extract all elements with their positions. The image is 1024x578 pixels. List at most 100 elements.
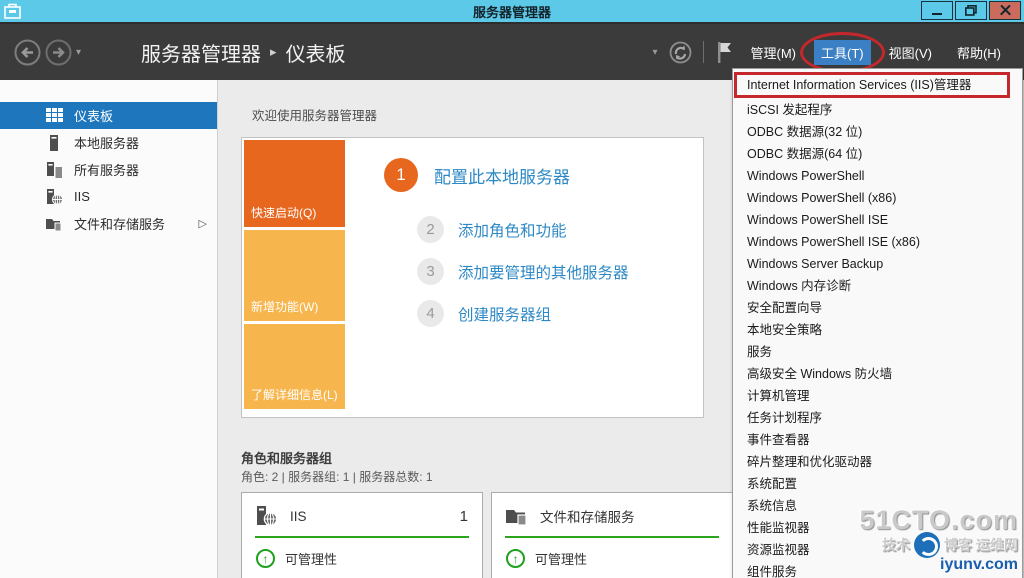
menu-item-odbc-64[interactable]: ODBC 数据源(64 位) [733,143,1022,165]
menu-item-component-services[interactable]: 组件服务 [733,561,1022,578]
step-link[interactable]: 创建服务器组 [458,303,551,325]
tile-name: IIS [290,508,307,524]
sidebar-item-label: 所有服务器 [74,163,140,178]
manageability-row[interactable]: ↑ 可管理性 [242,538,482,578]
menu-item-odbc-32[interactable]: ODBC 数据源(32 位) [733,121,1022,143]
nav-history-chevron-down-icon[interactable]: ▾ [76,47,81,58]
manageability-label: 可管理性 [285,552,338,567]
menu-item-iis-manager[interactable]: Internet Information Services (IIS)管理器 [734,72,1010,98]
step-number-badge: 4 [417,300,444,327]
minimize-button[interactable] [921,1,953,20]
step-link[interactable]: 添加要管理的其他服务器 [458,261,629,283]
quick-start-tab[interactable]: 快速启动(Q) [244,140,345,227]
menubar-tools-label: 工具(T) [821,45,864,61]
menubar-tools[interactable]: 工具(T) [800,31,885,73]
menu-item-task-scheduler[interactable]: 任务计划程序 [733,407,1022,429]
tile-name: 文件和存储服务 [540,510,635,525]
refresh-icon[interactable] [669,41,692,64]
breadcrumb-current: 仪表板 [285,43,346,66]
menu-item-resource-monitor[interactable]: 资源监视器 [733,539,1022,561]
whats-new-label: 新增功能(W) [251,300,319,314]
sidebar-item-dashboard[interactable]: 仪表板 [0,102,217,129]
window-title: 服务器管理器 [472,4,551,20]
sidebar-item-label: 本地服务器 [74,136,140,151]
menu-item-powershell[interactable]: Windows PowerShell [733,165,1022,187]
servers-chevron-down-icon[interactable]: ▾ [652,47,657,58]
breadcrumb-root[interactable]: 服务器管理器 [141,38,261,67]
sidebar-item-local-server[interactable]: 本地服务器 [0,129,217,156]
server-manager-window: 服务器管理器 ▾ 服务器管理器 ▸ 仪表板 ▾ 管理(M) 工具(T) 视图(V… [0,0,1024,578]
quick-start-label: 快速启动(Q) [251,206,317,220]
step-number-badge: 3 [417,258,444,285]
notification-flag-icon[interactable] [715,40,733,64]
close-button[interactable] [989,1,1021,20]
menu-item-server-backup[interactable]: Windows Server Backup [733,253,1022,275]
menu-item-computer-management[interactable]: 计算机管理 [733,385,1022,407]
minimize-icon [932,12,942,15]
iis-icon [257,506,278,526]
menu-item-security-config-wizard[interactable]: 安全配置向导 [733,297,1022,319]
step-add-other-servers[interactable]: 3 添加要管理的其他服务器 [417,258,629,285]
welcome-panel: 快速启动(Q) 新增功能(W) 了解详细信息(L) 1 配置此本地服务器 2 添… [241,137,704,418]
breadcrumb: 服务器管理器 ▸ 仪表板 [141,38,346,67]
step-link[interactable]: 添加角色和功能 [458,219,567,241]
file-storage-icon [46,218,62,231]
menu-item-event-viewer[interactable]: 事件查看器 [733,429,1022,451]
tools-dropdown-menu: Internet Information Services (IIS)管理器 i… [732,68,1023,578]
forward-button[interactable] [45,39,72,66]
step-create-server-group[interactable]: 4 创建服务器组 [417,300,629,327]
sidebar-item-file-storage[interactable]: 文件和存储服务 ▷ [0,210,217,237]
back-button[interactable] [14,39,41,66]
tile-server-count: 1 [459,507,468,525]
menu-item-powershell-ise[interactable]: Windows PowerShell ISE [733,209,1022,231]
file-storage-icon [506,510,527,526]
menubar-manage[interactable]: 管理(M) [744,40,804,65]
restore-button[interactable] [955,1,987,20]
sidebar-item-label: 仪表板 [74,109,114,124]
sidebar-item-all-servers[interactable]: 所有服务器 [0,156,217,183]
all-servers-icon [47,161,62,178]
menu-item-performance-monitor[interactable]: 性能监视器 [733,517,1022,539]
menu-item-powershell-x86[interactable]: Windows PowerShell (x86) [733,187,1022,209]
tile-file-storage[interactable]: 文件和存储服务 ↑ 可管理性 [491,492,733,578]
manageability-row[interactable]: ↑ 可管理性 [492,538,732,578]
menu-item-system-information[interactable]: 系统信息 [733,495,1022,517]
chevron-right-icon[interactable]: ▷ [199,217,207,230]
menu-item-system-configuration[interactable]: 系统配置 [733,473,1022,495]
up-arrow-icon: ↑ [256,549,275,568]
sidebar-item-iis[interactable]: IIS [0,183,217,210]
menubar-help[interactable]: 帮助(H) [950,40,1008,65]
menu-item-memory-diagnostic[interactable]: Windows 内存诊断 [733,275,1022,297]
iis-icon [47,188,63,205]
manageability-label: 可管理性 [535,552,588,567]
restore-icon [965,5,977,16]
toolbar-divider [702,41,704,63]
step-number-badge: 1 [384,158,418,192]
step-link[interactable]: 配置此本地服务器 [434,163,570,188]
learn-more-label: 了解详细信息(L) [251,388,338,402]
titlebar: 服务器管理器 [0,0,1024,22]
up-arrow-icon: ↑ [506,549,525,568]
step-configure-local-server[interactable]: 1 配置此本地服务器 [384,158,629,192]
tile-iis[interactable]: IIS 1 ↑ 可管理性 [241,492,483,578]
menu-item-powershell-ise-x86[interactable]: Windows PowerShell ISE (x86) [733,231,1022,253]
menu-item-local-security-policy[interactable]: 本地安全策略 [733,319,1022,341]
sidebar-item-label: 文件和存储服务 [74,217,166,232]
menu-item-services[interactable]: 服务 [733,341,1022,363]
step-add-roles-features[interactable]: 2 添加角色和功能 [417,216,629,243]
roles-groups-stats: 角色: 2 | 服务器组: 1 | 服务器总数: 1 [241,470,433,484]
dashboard-grid-icon [46,107,63,122]
menu-item-iscsi-initiator[interactable]: iSCSI 发起程序 [733,99,1022,121]
sidebar-item-label: IIS [74,189,90,204]
local-server-icon [50,134,58,151]
whats-new-tab[interactable]: 新增功能(W) [244,230,345,321]
menubar-view[interactable]: 视图(V) [882,40,939,65]
menu-item-defragment[interactable]: 碎片整理和优化驱动器 [733,451,1022,473]
learn-more-tab[interactable]: 了解详细信息(L) [244,324,345,409]
sidebar: 仪表板 本地服务器 所有服务器 IIS 文件和存储服务 ▷ [0,80,218,578]
breadcrumb-separator: ▸ [270,44,277,59]
step-number-badge: 2 [417,216,444,243]
welcome-title: 欢迎使用服务器管理器 [252,109,378,123]
menu-item-firewall[interactable]: 高级安全 Windows 防火墙 [733,363,1022,385]
roles-groups-title: 角色和服务器组 [241,451,333,466]
